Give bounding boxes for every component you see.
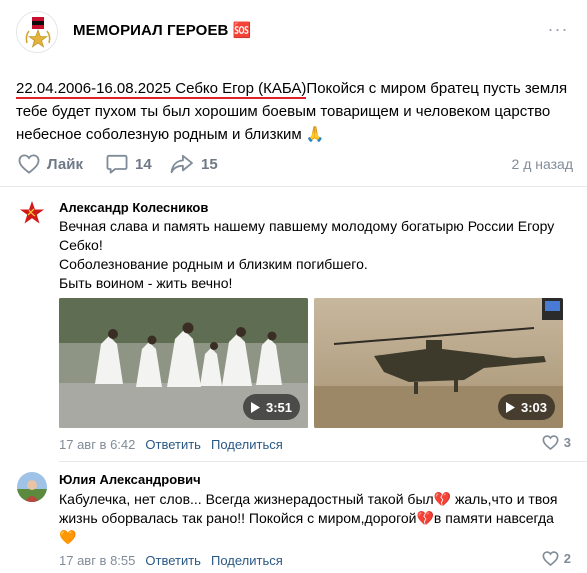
post-actions: Лайк 14 15 2 д назад [16,151,576,177]
divider [59,461,587,462]
reply-button[interactable]: Ответить [145,437,201,452]
comment-date[interactable]: 17 авг в 6:42 [59,437,135,452]
comment-like-count: 2 [563,551,571,566]
group-avatar[interactable] [16,11,58,53]
comment-line: Быть воином - жить вечно! [59,275,233,291]
comment-like-button[interactable]: 3 [542,435,571,450]
comment-text: Кабулечка, нет слов... Всегда жизнерадос… [59,491,558,545]
post-text-highlight: 22.04.2006-16.08.2025 Себко Егор (КАБА) [16,80,307,99]
post-time[interactable]: 2 д назад [512,156,573,172]
commenter-avatar[interactable] [17,472,47,502]
comment-date[interactable]: 17 авг в 8:55 [59,553,135,568]
video-thumbnail-helicopter[interactable]: 3:03 [314,298,563,428]
more-options-icon[interactable]: ··· [546,19,570,39]
comment-item: Юлия Александрович Кабулечка, нет слов..… [0,468,587,573]
comment-meta: 17 авг в 6:42 Ответить Поделиться [59,437,283,452]
praying-hands-emoji: 🙏 [305,125,325,143]
comments-count: 14 [135,155,152,173]
play-icon [505,401,515,413]
comment-like-button[interactable]: 2 [542,551,571,566]
share-arrow-icon [170,154,193,174]
video-thumbnail-choir[interactable]: 3:51 [59,298,308,428]
reposts-count: 15 [201,155,218,173]
share-comment-button[interactable]: Поделиться [211,553,283,568]
commenter-avatar[interactable] [17,198,47,228]
red-star-avatar-icon [17,198,47,228]
comment-like-count: 3 [563,435,571,450]
divider [0,186,587,187]
video-duration-text: 3:51 [265,399,292,415]
red-underline [16,97,307,99]
like-button[interactable]: Лайк [18,151,83,177]
comment-icon [106,154,128,174]
comment-text: Вечная слава и память нашему павшему мол… [59,217,579,293]
heart-icon [18,154,40,174]
reply-button[interactable]: Ответить [145,553,201,568]
comments-button[interactable]: 14 [106,151,152,177]
comment-line: Соболезнование родным и близким погибшег… [59,256,368,272]
hero-star-logo-icon [17,12,57,52]
play-icon [250,401,260,413]
post-text: 22.04.2006-16.08.2025 Себко Егор (КАБА) П… [16,78,576,147]
user-photo-avatar-icon [17,472,47,502]
heart-icon [542,551,559,566]
post-header: МЕМОРИАЛ ГЕРОЕВ 🆘 ··· [14,9,574,53]
comment-author[interactable]: Александр Колесников [59,200,208,215]
comment-item: Александр Колесников Вечная слава и памя… [0,196,587,458]
group-name[interactable]: МЕМОРИАЛ ГЕРОЕВ 🆘 [73,21,252,39]
video-duration: 3:03 [497,394,555,420]
post-text-date: 22.04.2006-16.08.2025 Себко Егор (КАБА) [16,80,307,97]
video-duration: 3:51 [242,394,300,420]
heart-icon [542,435,559,450]
share-button[interactable]: 15 [170,151,218,177]
video-duration-text: 3:03 [520,399,547,415]
like-label: Лайк [47,155,83,173]
share-comment-button[interactable]: Поделиться [211,437,283,452]
comment-line: Вечная слава и память нашему павшему мол… [59,218,555,253]
comment-author[interactable]: Юлия Александрович [59,472,201,487]
comment-meta: 17 авг в 8:55 Ответить Поделиться [59,553,283,568]
